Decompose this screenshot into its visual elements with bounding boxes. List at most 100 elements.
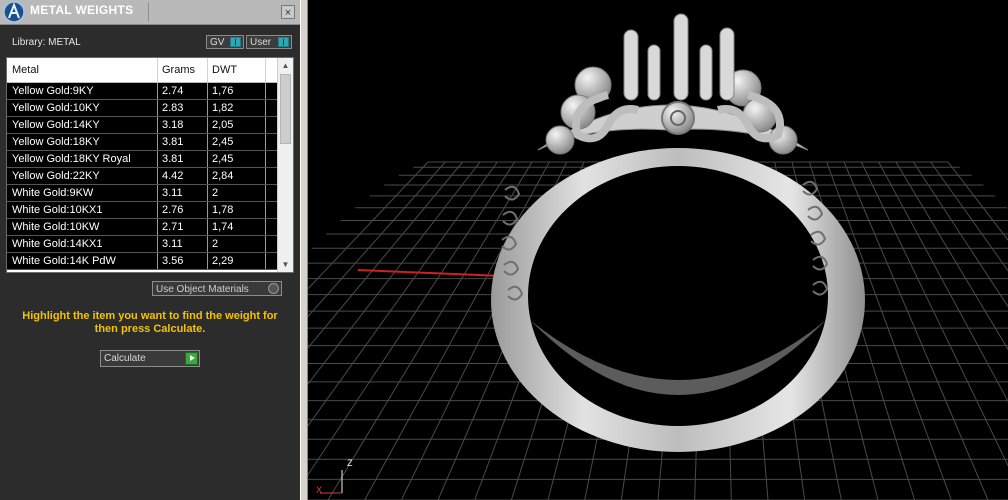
column-divider xyxy=(207,253,208,269)
metal-cell: White Gold:10KX1 xyxy=(12,204,103,216)
table-row[interactable]: Yellow Gold:14KY 3.18 2,05 xyxy=(7,117,279,134)
table-row[interactable]: Yellow Gold:10KY 2.83 1,82 xyxy=(7,100,279,117)
scrollbar-thumb[interactable] xyxy=(280,74,291,144)
column-divider xyxy=(157,58,158,82)
column-divider xyxy=(207,151,208,167)
metal-cell: Yellow Gold:14KY xyxy=(12,119,100,131)
column-divider xyxy=(265,83,266,99)
table-row[interactable]: White Gold:14K PdW 3.56 2,29 xyxy=(7,253,279,270)
column-divider xyxy=(157,83,158,99)
dwt-cell: 1,76 xyxy=(212,85,234,97)
axis-x-label: X xyxy=(316,485,323,495)
column-divider xyxy=(207,117,208,133)
column-divider xyxy=(157,134,158,150)
table-row[interactable]: Yellow Gold:9KY 2.74 1,76 xyxy=(7,83,279,100)
toggle-icon xyxy=(278,37,289,47)
toggle-icon xyxy=(230,37,241,47)
column-divider xyxy=(265,100,266,116)
grams-cell: 3.11 xyxy=(162,238,183,250)
dwt-cell: 1,74 xyxy=(212,221,234,233)
grid-line xyxy=(930,161,1008,272)
grams-cell: 3.56 xyxy=(162,255,184,267)
dwt-cell: 2 xyxy=(212,238,219,250)
center-prongs xyxy=(623,13,735,101)
metal-cell: Yellow Gold:18KY Royal xyxy=(12,153,131,165)
column-divider xyxy=(265,185,266,201)
column-divider xyxy=(207,83,208,99)
column-divider xyxy=(207,134,208,150)
column-divider xyxy=(265,58,266,82)
grid-line xyxy=(895,161,1008,351)
table-body: Yellow Gold:9KY 2.74 1,76 Yellow Gold:10KY 2… xyxy=(7,83,279,270)
column-divider xyxy=(157,151,158,167)
column-header-metal[interactable]: Metal xyxy=(12,64,39,76)
play-arrow-icon xyxy=(185,352,198,365)
table-scrollbar[interactable]: ▲ ▼ xyxy=(277,58,293,272)
panel-title: METAL WEIGHTS xyxy=(30,3,134,17)
table-row[interactable]: White Gold:10KW 2.71 1,74 xyxy=(7,219,279,236)
grams-cell: 4.42 xyxy=(162,170,184,182)
grams-cell: 3.11 xyxy=(162,187,183,199)
gv-toggle[interactable]: GV xyxy=(206,35,244,49)
column-divider xyxy=(157,100,158,116)
grid-line xyxy=(947,161,1008,241)
metal-cell: White Gold:14KX1 xyxy=(12,238,103,250)
grid-line xyxy=(308,161,464,349)
scroll-up-icon[interactable]: ▲ xyxy=(278,58,293,73)
dwt-cell: 2 xyxy=(212,187,219,199)
panel-splitter[interactable] xyxy=(300,0,308,500)
grams-cell: 2.76 xyxy=(162,204,184,216)
gv-toggle-label: GV xyxy=(210,37,225,48)
dwt-cell: 1,78 xyxy=(212,204,234,216)
viewport-canvas xyxy=(308,13,1008,500)
user-toggle[interactable]: User xyxy=(246,35,292,49)
column-divider xyxy=(207,100,208,116)
column-divider xyxy=(265,219,266,235)
column-divider xyxy=(157,185,158,201)
scroll-down-icon[interactable]: ▼ xyxy=(278,257,293,272)
panel-titlebar: METAL WEIGHTS × xyxy=(0,0,300,25)
calculate-label: Calculate xyxy=(104,353,146,364)
grams-cell: 3.81 xyxy=(162,136,184,148)
dwt-cell: 2,84 xyxy=(212,170,234,182)
table-row[interactable]: Yellow Gold:18KY 3.81 2,45 xyxy=(7,134,279,151)
table-row[interactable]: White Gold:14KX1 3.11 2 xyxy=(7,236,279,253)
metal-cell: White Gold:10KW xyxy=(12,221,100,233)
close-button[interactable]: × xyxy=(281,5,295,19)
dwt-cell: 1,82 xyxy=(212,102,234,114)
column-divider xyxy=(265,236,266,252)
column-divider xyxy=(265,117,266,133)
metal-cell: Yellow Gold:10KY xyxy=(12,102,100,114)
column-divider xyxy=(207,185,208,201)
column-divider xyxy=(265,151,266,167)
app-logo-icon xyxy=(2,0,26,24)
3d-viewport[interactable]: Z X xyxy=(308,0,1008,500)
grams-cell: 3.81 xyxy=(162,153,184,165)
dwt-cell: 2,05 xyxy=(212,119,234,131)
column-divider xyxy=(265,253,266,269)
grams-cell: 2.74 xyxy=(162,85,184,97)
use-object-materials-checkbox[interactable]: Use Object Materials xyxy=(152,281,282,296)
table-row[interactable]: White Gold:10KX1 2.76 1,78 xyxy=(7,202,279,219)
column-divider xyxy=(265,134,266,150)
column-divider xyxy=(207,236,208,252)
user-toggle-label: User xyxy=(250,37,272,48)
metal-table[interactable]: Metal Grams DWT Yellow Gold:9KY 2.74 1,76 Y… xyxy=(6,57,294,273)
column-divider xyxy=(207,202,208,218)
dwt-cell: 2,29 xyxy=(212,255,234,267)
table-row[interactable]: Yellow Gold:18KY Royal 3.81 2,45 xyxy=(7,151,279,168)
ring-model[interactable] xyxy=(491,13,865,452)
calculate-button[interactable]: Calculate xyxy=(100,350,200,367)
column-header-grams[interactable]: Grams xyxy=(162,64,195,76)
column-divider xyxy=(157,168,158,184)
center-bezel xyxy=(661,101,695,135)
metal-cell: White Gold:9KW xyxy=(12,187,94,199)
grid-line xyxy=(912,161,1008,308)
metal-cell: Yellow Gold:9KY xyxy=(12,85,94,97)
column-divider xyxy=(265,202,266,218)
column-header-dwt[interactable]: DWT xyxy=(212,64,237,76)
table-row[interactable]: Yellow Gold:22KY 4.42 2,84 xyxy=(7,168,279,185)
table-row[interactable]: White Gold:9KW 3.11 2 xyxy=(7,185,279,202)
grid-line xyxy=(308,161,446,318)
metal-cell: White Gold:14K PdW xyxy=(12,255,116,267)
